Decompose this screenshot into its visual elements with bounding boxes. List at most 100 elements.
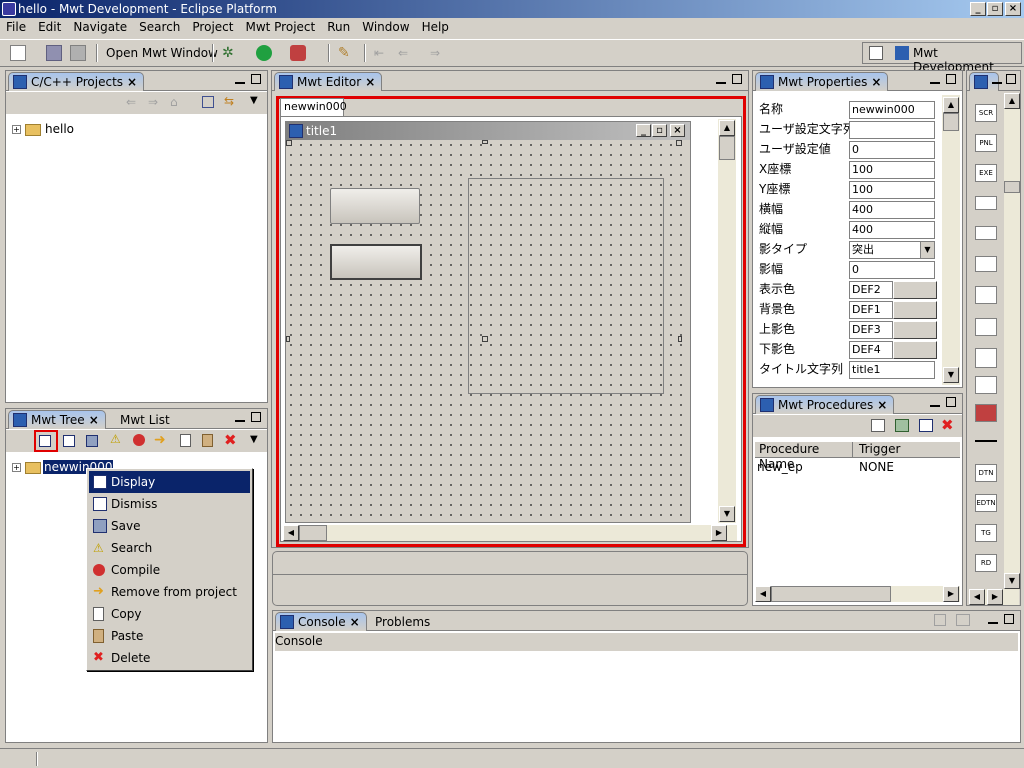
link-editor-icon[interactable]: ⇆: [224, 94, 234, 108]
scroll-left-icon[interactable]: ◀: [755, 586, 771, 602]
copy-icon[interactable]: [180, 434, 191, 447]
menu-edit[interactable]: Edit: [32, 18, 67, 37]
table-row[interactable]: new_ep NONE: [755, 459, 960, 475]
scroll-up-icon[interactable]: ▲: [943, 97, 959, 113]
color-picker-button[interactable]: [893, 321, 937, 339]
arrow-right-icon[interactable]: ➜: [154, 432, 166, 448]
maximize-icon[interactable]: [251, 74, 261, 84]
maximize-icon[interactable]: [946, 74, 956, 84]
minimize-icon[interactable]: [716, 74, 726, 84]
tab-problems[interactable]: Problems: [375, 613, 430, 631]
window-icon[interactable]: [63, 435, 75, 447]
prop-value[interactable]: 100: [849, 181, 935, 199]
menu-navigate[interactable]: Navigate: [67, 18, 133, 37]
prop-value[interactable]: DEF3: [849, 321, 893, 339]
forward-icon[interactable]: ⇒: [148, 95, 158, 109]
resize-handle[interactable]: [676, 140, 682, 146]
home-icon[interactable]: ⌂: [170, 95, 178, 109]
palette-item-button[interactable]: [975, 196, 997, 210]
maximize-icon[interactable]: [732, 74, 742, 84]
save-icon[interactable]: [46, 45, 62, 61]
menu-item-save[interactable]: Save: [89, 515, 250, 537]
palette-item-dtn[interactable]: DTN: [975, 464, 997, 482]
scroll-thumb[interactable]: [1004, 181, 1020, 193]
properties-scrollbar[interactable]: ▲ ▼: [942, 95, 960, 385]
new-icon[interactable]: [10, 45, 26, 61]
menu-item-dismiss[interactable]: Dismiss: [89, 493, 250, 515]
palette-item-edtn[interactable]: EDTN: [975, 494, 997, 512]
pin-console-icon[interactable]: [934, 614, 946, 626]
resize-handle[interactable]: [482, 140, 488, 144]
window-icon[interactable]: [39, 435, 51, 447]
resize-handle[interactable]: [482, 336, 488, 342]
print-icon[interactable]: [70, 45, 86, 61]
open-mwt-window-button[interactable]: Open Mwt Window: [106, 46, 218, 60]
scroll-down-icon[interactable]: ▼: [719, 506, 735, 522]
prop-value[interactable]: newwin000: [849, 101, 935, 119]
arrow-left-icon[interactable]: ⇐: [398, 45, 414, 61]
prop-value[interactable]: title1: [849, 361, 935, 379]
palette-item-table[interactable]: [975, 226, 997, 240]
palette-scrollbar[interactable]: ▲ ▼: [1004, 93, 1020, 589]
palette-item-separator[interactable]: [975, 440, 997, 442]
palette-item-tg[interactable]: TG: [975, 524, 997, 542]
menu-file[interactable]: File: [0, 18, 32, 37]
scroll-thumb[interactable]: [943, 113, 959, 131]
tab-mwt-properties[interactable]: Mwt Properties ×: [755, 72, 889, 91]
close-tab-icon[interactable]: ×: [871, 75, 881, 89]
tab-cpp-projects[interactable]: C/C++ Projects ×: [8, 72, 145, 91]
warning-icon[interactable]: ⚠: [110, 432, 121, 446]
menu-item-paste[interactable]: Paste: [89, 625, 250, 647]
minimize-icon[interactable]: [992, 74, 1002, 84]
design-button-2[interactable]: [330, 244, 422, 280]
prop-value[interactable]: 0: [849, 261, 935, 279]
menu-window[interactable]: Window: [356, 18, 415, 37]
design-window[interactable]: title1 _ ▫ ×: [285, 121, 691, 523]
color-picker-button[interactable]: [893, 301, 937, 319]
shadow-type-select[interactable]: 突出 ▼: [849, 241, 935, 259]
color-picker-button[interactable]: [893, 281, 937, 299]
menu-item-remove-from-project[interactable]: ➜ Remove from project: [89, 581, 250, 603]
menu-mwt-project[interactable]: Mwt Project: [239, 18, 321, 37]
perspective-switcher[interactable]: Mwt Development: [862, 42, 1022, 74]
design-window-title-bar[interactable]: title1 _ ▫ ×: [286, 122, 690, 140]
minimize-icon[interactable]: [930, 397, 940, 407]
scroll-down-icon[interactable]: ▼: [943, 367, 959, 383]
display-console-icon[interactable]: [956, 614, 970, 626]
menu-search[interactable]: Search: [133, 18, 186, 37]
tab-mwt-editor[interactable]: Mwt Editor ×: [274, 72, 383, 91]
palette-item-list[interactable]: [975, 318, 997, 336]
close-button[interactable]: ×: [1005, 2, 1021, 16]
scroll-thumb[interactable]: [719, 136, 735, 160]
new-procedure-icon[interactable]: [871, 419, 885, 432]
prop-value[interactable]: 400: [849, 201, 935, 219]
delete-icon[interactable]: ✖: [941, 416, 954, 434]
close-tab-icon[interactable]: ×: [89, 413, 99, 427]
pencil-icon[interactable]: ✎: [338, 45, 354, 61]
column-trigger[interactable]: Trigger: [855, 442, 959, 458]
menu-run[interactable]: Run: [321, 18, 356, 37]
prop-value[interactable]: 400: [849, 221, 935, 239]
scroll-right-icon[interactable]: ▶: [711, 525, 727, 541]
scroll-thumb[interactable]: [299, 525, 327, 541]
scroll-left-icon[interactable]: ◀: [283, 525, 299, 541]
minimize-button[interactable]: _: [970, 2, 986, 16]
column-procedure-name[interactable]: Procedure Name: [755, 442, 853, 471]
resize-handle[interactable]: [678, 336, 682, 342]
menu-help[interactable]: Help: [416, 18, 455, 37]
menu-item-copy[interactable]: Copy: [89, 603, 250, 625]
minimize-icon[interactable]: [988, 614, 998, 624]
close-tab-icon[interactable]: ×: [877, 398, 887, 412]
window-icon[interactable]: [919, 419, 933, 432]
collapse-all-icon[interactable]: [202, 96, 214, 108]
close-tab-icon[interactable]: ×: [365, 75, 375, 89]
maximize-icon[interactable]: [1004, 614, 1014, 624]
arrow-right-icon[interactable]: ⇒: [430, 45, 446, 61]
palette-item-frame[interactable]: [975, 256, 997, 272]
prop-value[interactable]: 100: [849, 161, 935, 179]
dropdown-arrow-icon[interactable]: ▼: [920, 242, 934, 258]
run-icon[interactable]: [256, 45, 272, 61]
external-tools-icon[interactable]: [290, 45, 306, 61]
maximize-icon[interactable]: [251, 412, 261, 422]
doc-tab-newwin000[interactable]: newwin000: [280, 98, 347, 116]
